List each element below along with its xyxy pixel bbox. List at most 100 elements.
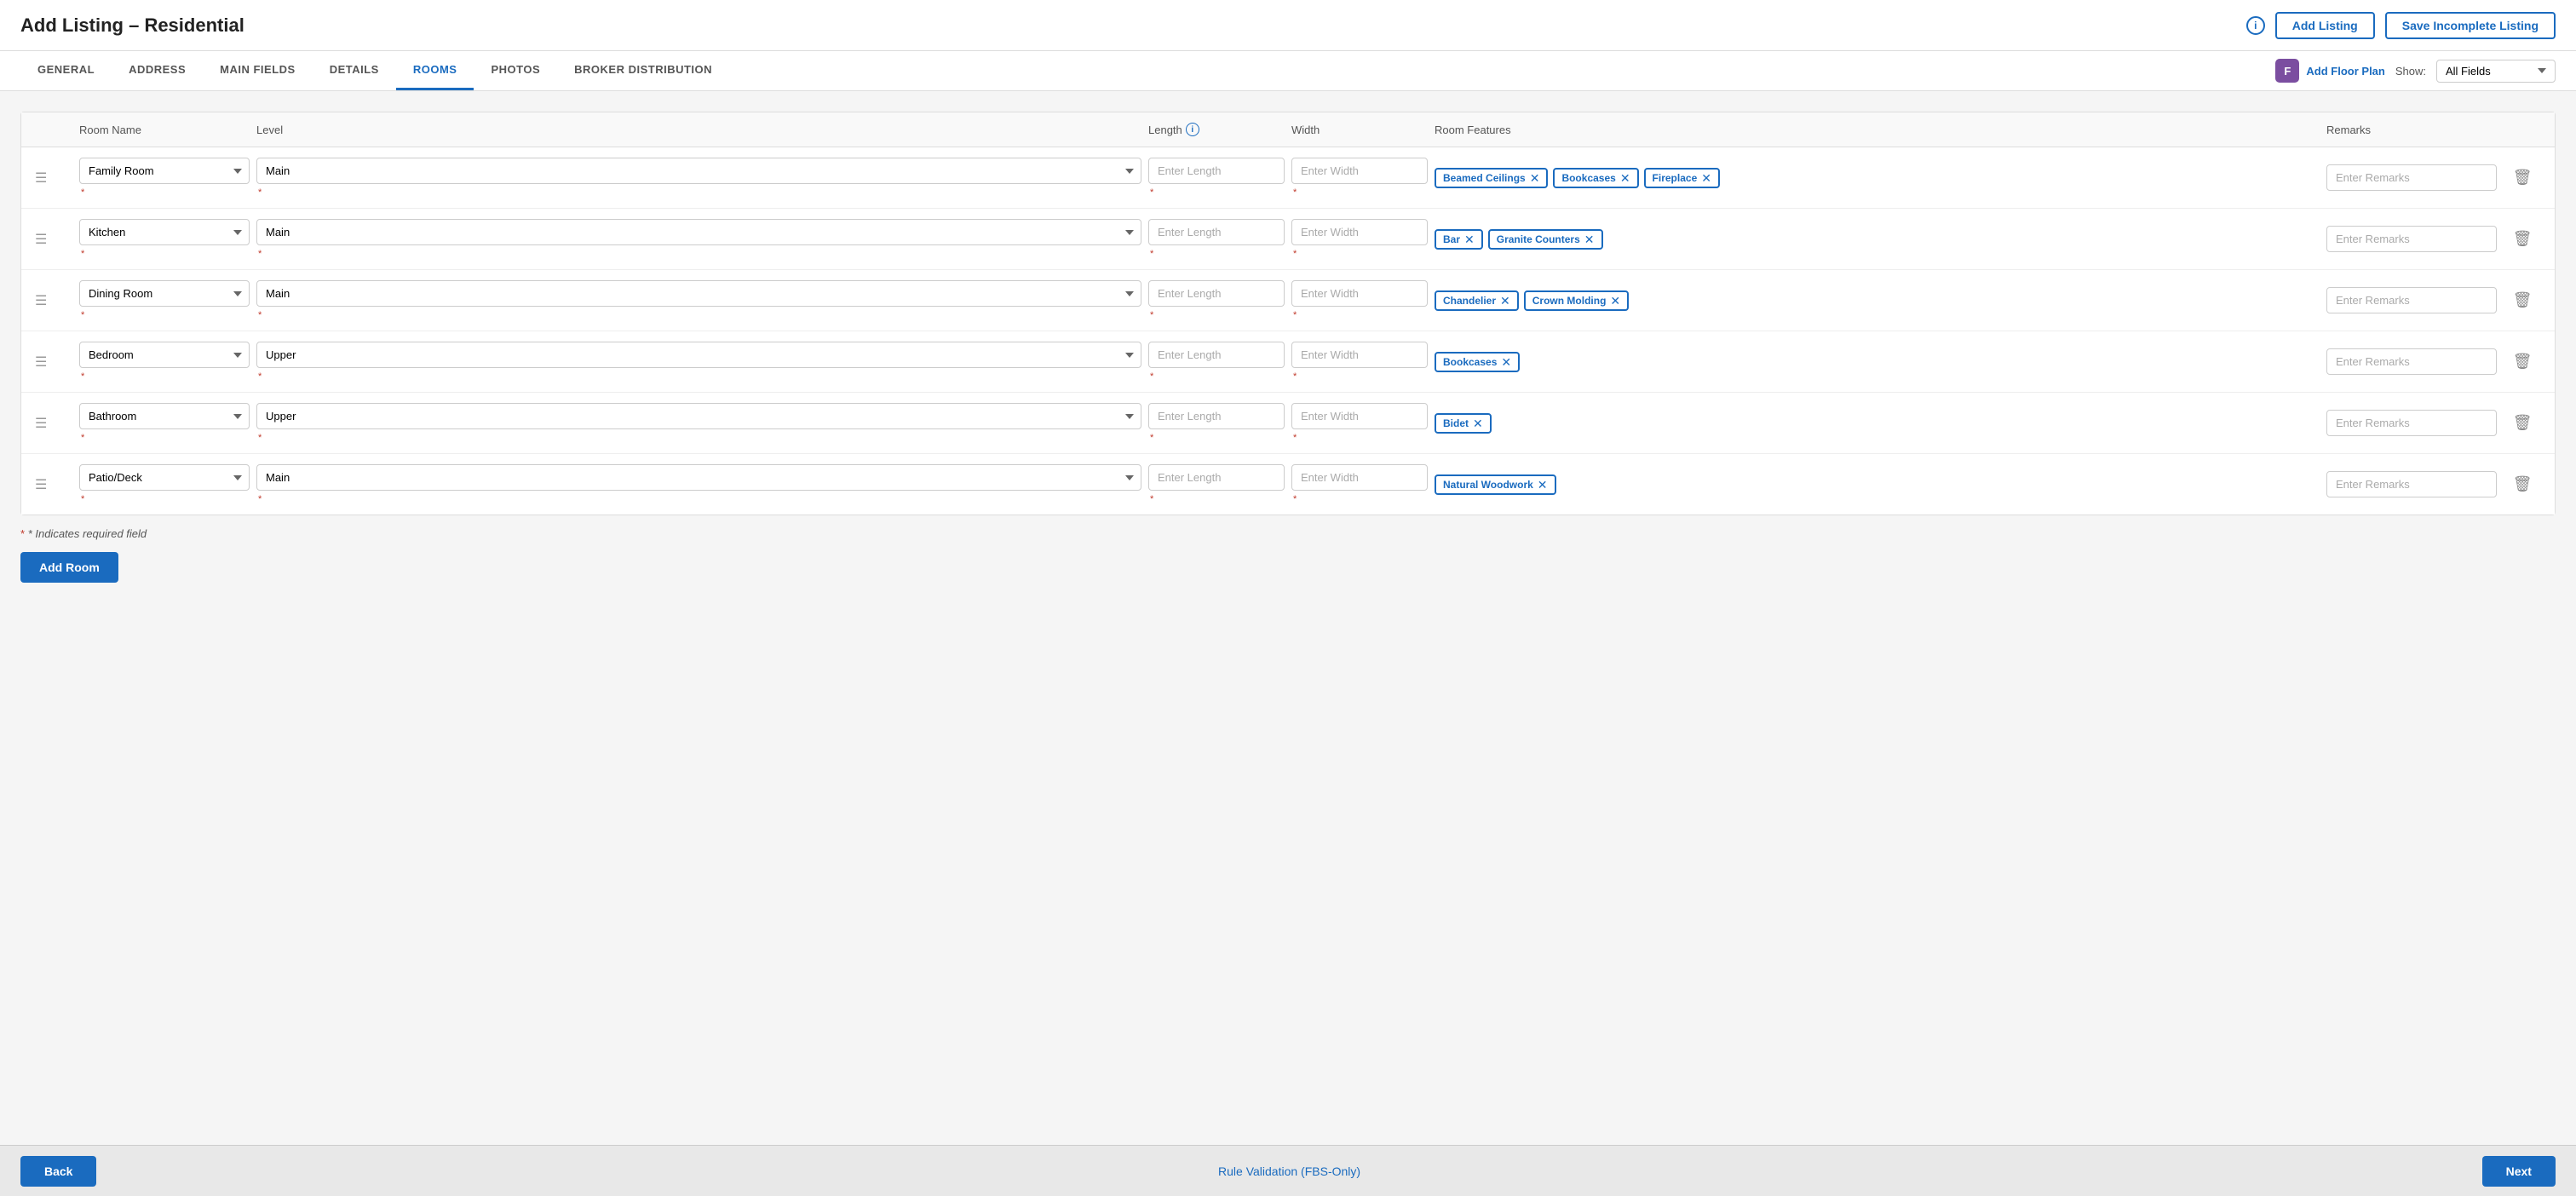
rule-validation-link[interactable]: Rule Validation (FBS-Only): [1218, 1164, 1360, 1178]
features-cell: Chandelier ✕ Crown Molding ✕: [1435, 290, 2320, 311]
length-cell: *: [1148, 280, 1285, 320]
width-cell: *: [1291, 219, 1428, 259]
remarks-input[interactable]: [2326, 287, 2497, 313]
feature-label: Bookcases: [1561, 172, 1615, 184]
width-input[interactable]: [1291, 342, 1428, 368]
col-room-name: Room Name: [79, 123, 250, 136]
level-wrapper: Main Upper Lower *: [256, 158, 1141, 198]
show-select[interactable]: All Fields Required Fields Custom Fields: [2436, 60, 2556, 83]
required-star: *: [258, 187, 262, 198]
remove-feature-button[interactable]: ✕: [1610, 295, 1620, 307]
room-name-select[interactable]: Dining Room: [79, 280, 250, 307]
remarks-input[interactable]: [2326, 410, 2497, 436]
nav-tabs-left: GENERAL ADDRESS MAIN FIELDS DETAILS ROOM…: [20, 51, 729, 90]
room-name-select[interactable]: Kitchen: [79, 219, 250, 245]
delete-row-button[interactable]: 🗑: [2504, 165, 2541, 190]
remarks-cell: [2326, 226, 2497, 252]
remove-feature-button[interactable]: ✕: [1500, 295, 1510, 307]
features-cell: Bookcases ✕: [1435, 352, 2320, 372]
width-input[interactable]: [1291, 158, 1428, 184]
room-name-select[interactable]: Bedroom: [79, 342, 250, 368]
save-incomplete-button[interactable]: Save Incomplete Listing: [2385, 12, 2556, 39]
remarks-input[interactable]: [2326, 348, 2497, 375]
room-name-select[interactable]: Family Room: [79, 158, 250, 184]
length-input[interactable]: [1148, 158, 1285, 184]
remove-feature-button[interactable]: ✕: [1538, 479, 1548, 491]
drag-handle[interactable]: ☰: [35, 354, 72, 371]
info-icon[interactable]: i: [2246, 16, 2265, 35]
level-select[interactable]: Main Upper: [256, 280, 1141, 307]
feature-label: Natural Woodwork: [1443, 479, 1533, 491]
add-floor-plan-button[interactable]: F Add Floor Plan: [2275, 54, 2384, 88]
remove-feature-button[interactable]: ✕: [1473, 417, 1483, 429]
level-select[interactable]: Main Upper Lower: [256, 158, 1141, 184]
width-input[interactable]: [1291, 280, 1428, 307]
length-input[interactable]: [1148, 219, 1285, 245]
table-row: ☰ Bathroom * Upper Main * * *: [21, 393, 2555, 454]
remove-feature-button[interactable]: ✕: [1701, 172, 1711, 184]
drag-handle[interactable]: ☰: [35, 476, 72, 493]
tab-main-fields[interactable]: MAIN FIELDS: [203, 51, 313, 90]
feature-label: Chandelier: [1443, 295, 1496, 307]
tab-general[interactable]: GENERAL: [20, 51, 112, 90]
required-star: *: [81, 187, 84, 198]
remarks-input[interactable]: [2326, 226, 2497, 252]
level-wrapper: Main Upper *: [256, 280, 1141, 320]
length-info-icon[interactable]: i: [1186, 123, 1199, 136]
room-name-select[interactable]: Patio/Deck: [79, 464, 250, 491]
drag-handle[interactable]: ☰: [35, 231, 72, 248]
level-select[interactable]: Upper Main: [256, 403, 1141, 429]
remarks-input[interactable]: [2326, 471, 2497, 497]
back-button[interactable]: Back: [20, 1156, 96, 1187]
remove-feature-button[interactable]: ✕: [1584, 233, 1595, 245]
required-star: *: [1150, 494, 1153, 504]
tab-rooms[interactable]: ROOMS: [396, 51, 474, 90]
delete-row-button[interactable]: 🗑: [2504, 288, 2541, 313]
room-name-wrapper: Patio/Deck *: [79, 464, 250, 504]
drag-handle[interactable]: ☰: [35, 415, 72, 432]
drag-handle[interactable]: ☰: [35, 292, 72, 309]
length-input[interactable]: [1148, 403, 1285, 429]
remove-feature-button[interactable]: ✕: [1501, 356, 1511, 368]
level-select[interactable]: Upper Main: [256, 342, 1141, 368]
col-level: Level: [256, 123, 1141, 136]
feature-tag: Bar ✕: [1435, 229, 1483, 250]
delete-row-button[interactable]: 🗑: [2504, 411, 2541, 435]
length-input[interactable]: [1148, 342, 1285, 368]
remarks-input[interactable]: [2326, 164, 2497, 191]
level-wrapper: Upper Main *: [256, 403, 1141, 443]
length-input[interactable]: [1148, 464, 1285, 491]
table-row: ☰ Family Room * Main Upper Lower * *: [21, 147, 2555, 209]
add-room-button[interactable]: Add Room: [20, 552, 118, 583]
room-name-wrapper: Family Room *: [79, 158, 250, 198]
required-star: *: [81, 310, 84, 320]
width-input[interactable]: [1291, 464, 1428, 491]
delete-row-button[interactable]: 🗑: [2504, 227, 2541, 251]
width-cell: *: [1291, 403, 1428, 443]
required-star: *: [81, 494, 84, 504]
add-listing-button[interactable]: Add Listing: [2275, 12, 2375, 39]
length-input[interactable]: [1148, 280, 1285, 307]
next-button[interactable]: Next: [2482, 1156, 2556, 1187]
remove-feature-button[interactable]: ✕: [1464, 233, 1475, 245]
drag-handle[interactable]: ☰: [35, 170, 72, 187]
bottom-bar: Back Rule Validation (FBS-Only) Next: [0, 1145, 2576, 1196]
tab-broker-distribution[interactable]: BROKER DISTRIBUTION: [557, 51, 729, 90]
level-select[interactable]: Main Upper: [256, 464, 1141, 491]
delete-row-button[interactable]: 🗑: [2504, 472, 2541, 497]
tab-address[interactable]: ADDRESS: [112, 51, 203, 90]
width-input[interactable]: [1291, 403, 1428, 429]
room-name-select[interactable]: Bathroom: [79, 403, 250, 429]
tab-details[interactable]: DETAILS: [313, 51, 396, 90]
width-input[interactable]: [1291, 219, 1428, 245]
remarks-cell: [2326, 471, 2497, 497]
delete-row-button[interactable]: 🗑: [2504, 349, 2541, 374]
required-star: *: [1293, 249, 1297, 259]
feature-label: Fireplace: [1653, 172, 1698, 184]
main-content: Room Name Level Length i Width Room Feat…: [0, 91, 2576, 651]
features-cell: Beamed Ceilings ✕ Bookcases ✕ Fireplace …: [1435, 168, 2320, 188]
remove-feature-button[interactable]: ✕: [1620, 172, 1630, 184]
tab-photos[interactable]: PHOTOS: [474, 51, 557, 90]
remove-feature-button[interactable]: ✕: [1530, 172, 1540, 184]
level-select[interactable]: Main Upper: [256, 219, 1141, 245]
